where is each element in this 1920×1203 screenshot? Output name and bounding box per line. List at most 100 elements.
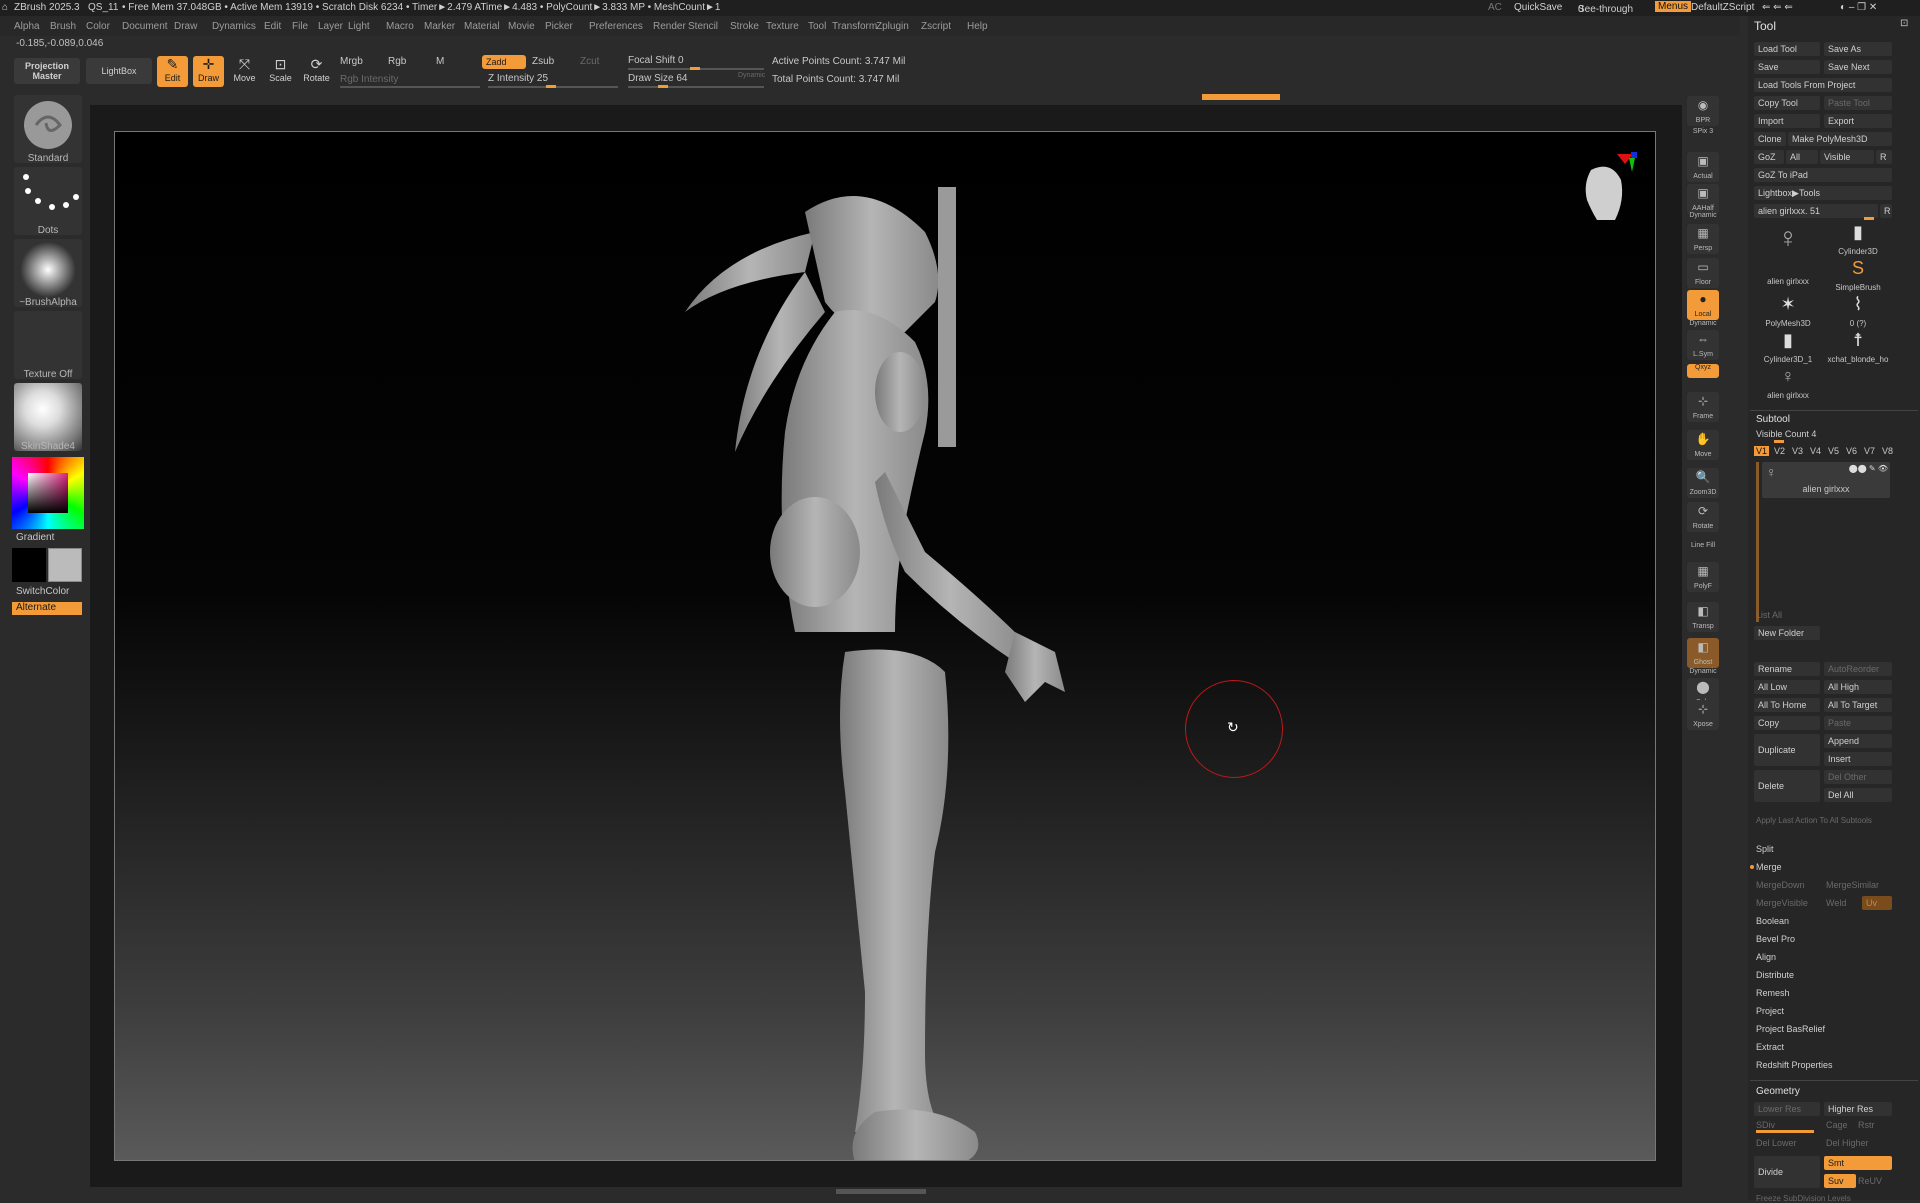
extract-section[interactable]: Extract	[1756, 1042, 1784, 1052]
all-high-button[interactable]: All High	[1824, 680, 1892, 694]
save-as-button[interactable]: Save As	[1824, 42, 1892, 56]
freeze-subdivision-button[interactable]: Freeze SubDivision Levels	[1756, 1194, 1851, 1203]
shelf-bpr-button[interactable]: ◉ BPR	[1687, 96, 1719, 126]
shelf-polyf-button[interactable]: ▦ PolyF	[1687, 562, 1719, 592]
shelf-floor-button[interactable]: ▭ Floor	[1687, 258, 1719, 288]
subtool-header[interactable]: Subtool	[1756, 414, 1790, 425]
focal-shift-slider[interactable]: Focal Shift 0	[628, 55, 684, 66]
all-low-button[interactable]: All Low	[1754, 680, 1820, 694]
visible-count-slider[interactable]: Visible Count 4	[1756, 429, 1816, 439]
alternate-button[interactable]: Alternate	[12, 602, 82, 615]
all-to-target-button[interactable]: All To Target	[1824, 698, 1892, 712]
gradient-label[interactable]: Gradient	[16, 532, 54, 543]
boolean-section[interactable]: Boolean	[1756, 916, 1789, 926]
shelf-persp-button[interactable]: ▦ Persp	[1687, 224, 1719, 254]
paste-subtool-button[interactable]: Paste	[1824, 716, 1892, 730]
menu-file[interactable]: File	[292, 21, 308, 32]
tool-thumb-xchat[interactable]: ☨ xchat_blonde_ho	[1824, 330, 1892, 364]
project-basrelief-section[interactable]: Project BasRelief	[1756, 1024, 1825, 1034]
load-tools-from-project-button[interactable]: Load Tools From Project	[1754, 78, 1892, 92]
zsub-button[interactable]: Zsub	[532, 56, 554, 67]
distribute-section[interactable]: Distribute	[1756, 970, 1794, 980]
menu-material[interactable]: Material	[464, 21, 500, 32]
del-all-button[interactable]: Del All	[1824, 788, 1892, 802]
shelf-xpose-button[interactable]: ⊹ Xpose	[1687, 700, 1719, 730]
uv-toggle[interactable]: Uv	[1862, 896, 1892, 910]
color-picker[interactable]	[12, 457, 84, 529]
menus-toggle[interactable]: Menus	[1655, 1, 1692, 12]
remesh-section[interactable]: Remesh	[1756, 988, 1790, 998]
duplicate-button[interactable]: Duplicate	[1754, 734, 1820, 766]
menu-tool[interactable]: Tool	[808, 21, 826, 32]
quicksave-button[interactable]: QuickSave	[1514, 2, 1562, 13]
draw-size-slider[interactable]: Draw Size 64	[628, 73, 687, 84]
shelf-actual-button[interactable]: ▣ Actual	[1687, 152, 1719, 182]
bottom-tray-handle[interactable]	[836, 1189, 926, 1194]
zadd-button[interactable]: Zadd	[482, 55, 526, 69]
dynamic-toggle[interactable]: Dynamic	[738, 72, 765, 79]
focal-shift-knob[interactable]	[690, 67, 700, 70]
current-tool-slider[interactable]: alien girlxxx. 51	[1754, 204, 1878, 218]
menu-stroke[interactable]: Stroke	[730, 21, 759, 32]
zcut-button[interactable]: Zcut	[580, 56, 599, 67]
goz-visible-button[interactable]: Visible	[1820, 150, 1874, 164]
tool-thumb-polymesh3d[interactable]: ✶ PolyMesh3D	[1754, 294, 1822, 328]
reuv-button[interactable]: ReUV	[1858, 1176, 1882, 1186]
split-section[interactable]: Split	[1756, 844, 1774, 854]
subtool-scrollbar[interactable]	[1756, 462, 1759, 622]
shelf-ghost-button[interactable]: ◧ Ghost	[1687, 638, 1719, 668]
shelf-dynamic-button[interactable]: Dynamic	[1687, 212, 1719, 224]
menu-brush[interactable]: Brush	[50, 21, 76, 32]
higher-res-button[interactable]: Higher Res	[1824, 1102, 1892, 1116]
shelf-transp-button[interactable]: ◧ Transp	[1687, 602, 1719, 632]
lower-res-button[interactable]: Lower Res	[1754, 1102, 1820, 1116]
merge-down-button[interactable]: MergeDown	[1756, 880, 1805, 890]
delete-button[interactable]: Delete	[1754, 770, 1820, 802]
del-lower-button[interactable]: Del Lower	[1756, 1138, 1797, 1148]
rgb-button[interactable]: Rgb	[388, 56, 406, 67]
version-tab-v5[interactable]: V5	[1826, 446, 1841, 456]
menu-dynamics[interactable]: Dynamics	[212, 21, 256, 32]
list-all-button[interactable]: List All	[1756, 610, 1782, 620]
tool-thumb-cylinder3d[interactable]: ▮ Cylinder3D	[1824, 222, 1892, 256]
main-color-swatch[interactable]	[12, 548, 46, 582]
rename-button[interactable]: Rename	[1754, 662, 1820, 676]
all-to-home-button[interactable]: All To Home	[1754, 698, 1820, 712]
color-square[interactable]	[28, 473, 68, 513]
goz-r-button[interactable]: R	[1876, 150, 1892, 164]
current-tool-r-button[interactable]: R	[1880, 204, 1892, 218]
tool-thumb-cylinder3d-1[interactable]: ▮ Cylinder3D_1	[1754, 330, 1822, 364]
tool-thumb-simplebrush[interactable]: S SimpleBrush	[1824, 258, 1892, 292]
shelf-qxyz-button[interactable]: Qxyz	[1687, 364, 1719, 378]
merge-similar-button[interactable]: MergeSimilar	[1826, 880, 1879, 890]
mrgb-button[interactable]: Mrgb	[340, 56, 363, 67]
new-folder-button[interactable]: New Folder	[1754, 626, 1820, 640]
menu-help[interactable]: Help	[967, 21, 988, 32]
menu-render[interactable]: Render	[653, 21, 686, 32]
merge-visible-button[interactable]: MergeVisible	[1756, 898, 1808, 908]
shelf-zoom3d-button[interactable]: 🔍 Zoom3D	[1687, 468, 1719, 498]
switchcolor-button[interactable]: SwitchColor	[16, 586, 69, 597]
goz-all-button[interactable]: All	[1786, 150, 1818, 164]
rstr-button[interactable]: Rstr	[1858, 1120, 1875, 1130]
secondary-color-swatch[interactable]	[48, 548, 82, 582]
ac-label[interactable]: AC	[1488, 2, 1502, 13]
weld-toggle[interactable]: Weld	[1826, 898, 1846, 908]
projection-master-button[interactable]: Projection Master	[14, 58, 80, 84]
menu-transform[interactable]: Transform	[832, 21, 877, 32]
scale-mode-button[interactable]: ⊡ Scale	[265, 56, 296, 87]
shelf-aahalf-button[interactable]: ▣ AAHalf	[1687, 184, 1719, 214]
lightbox-button[interactable]: LightBox	[86, 58, 152, 84]
cage-button[interactable]: Cage	[1826, 1120, 1848, 1130]
menu-macro[interactable]: Macro	[386, 21, 414, 32]
version-tab-v1[interactable]: V1	[1754, 446, 1770, 456]
version-tab-v3[interactable]: V3	[1790, 446, 1805, 456]
draw-mode-button[interactable]: ✛ Draw	[193, 56, 224, 87]
shelf-move-button[interactable]: ✋ Move	[1687, 430, 1719, 460]
menu-light[interactable]: Light	[348, 21, 370, 32]
window-controls[interactable]: ◐ – ❐ ✕	[1840, 2, 1877, 13]
palette-pin-icon[interactable]: ⊡	[1900, 18, 1908, 29]
menu-preferences[interactable]: Preferences	[589, 21, 643, 32]
version-tab-v2[interactable]: V2	[1772, 446, 1787, 456]
redshift-properties-section[interactable]: Redshift Properties	[1756, 1060, 1833, 1070]
